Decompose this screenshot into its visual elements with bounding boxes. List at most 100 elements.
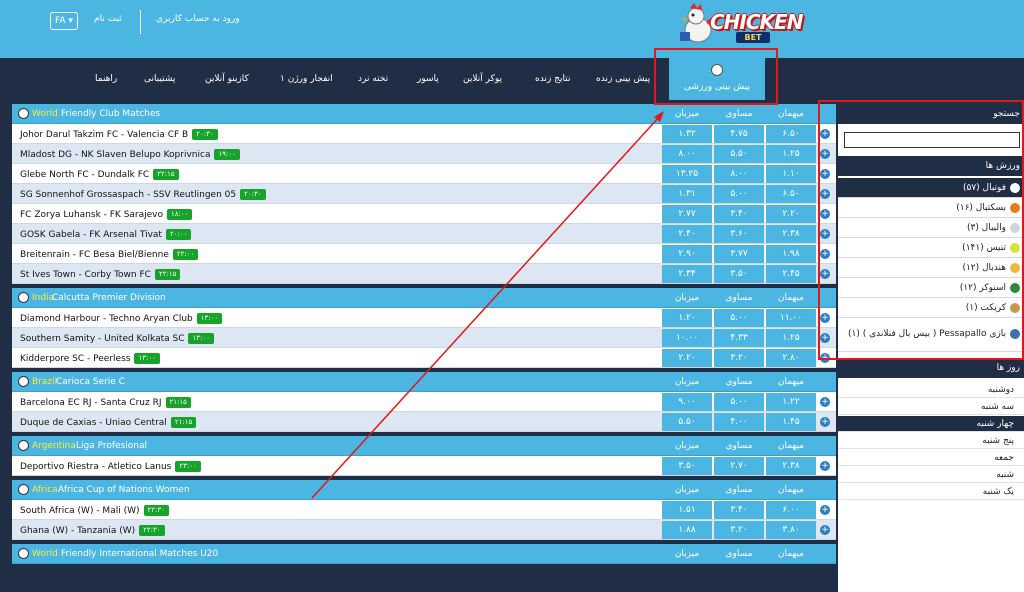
day-item[interactable]: پنج شنبه bbox=[838, 433, 1024, 449]
odds-home[interactable]: ۲.۲۰ bbox=[662, 349, 712, 367]
expand-icon[interactable]: + bbox=[820, 525, 830, 535]
expand-icon[interactable]: + bbox=[820, 333, 830, 343]
nav-live-betting[interactable]: پیش بینی زنده bbox=[596, 58, 650, 100]
odds-away[interactable]: ۱۱.۰۰ bbox=[766, 309, 816, 327]
match-teams[interactable]: FC Zorya Luhansk - FK Sarajevo ۱۸:۰۰ bbox=[20, 209, 193, 220]
nav-sports-betting[interactable]: پیش بینی ورزشی bbox=[669, 56, 765, 100]
odds-away[interactable]: ۱.۲۲ bbox=[766, 393, 816, 411]
odds-home[interactable]: ۱۳.۲۵ bbox=[662, 165, 712, 183]
odds-home[interactable]: ۱.۳۱ bbox=[662, 185, 712, 203]
expand-icon[interactable]: + bbox=[820, 249, 830, 259]
match-row[interactable]: South Africa (W) - Mali (W) ۲۲:۳۰ ۱.۵۱ ۳.۴۰… bbox=[12, 500, 836, 520]
odds-draw[interactable]: ۵.۰۰ bbox=[714, 309, 764, 327]
match-teams[interactable]: SG Sonnenhof Grossaspach - SSV Reutlinge… bbox=[20, 189, 266, 200]
match-teams[interactable]: Southern Samity - United Kolkata SC ۱۳:۰۰ bbox=[20, 333, 214, 344]
register-link[interactable]: ثبت نام bbox=[94, 14, 122, 24]
odds-home[interactable]: ۵.۵۰ bbox=[662, 413, 712, 431]
match-teams[interactable]: Duque de Caxias - Uniao Central ۲۱:۱۵ bbox=[20, 417, 197, 428]
odds-home[interactable]: ۲.۴۰ bbox=[662, 225, 712, 243]
match-row[interactable]: GOSK Gabela - FK Arsenal Tivat ۲۰:۰۰ ۲.۴۰ ۳… bbox=[12, 224, 836, 244]
match-row[interactable]: St Ives Town - Corby Town FC ۲۲:۱۵ ۲.۳۴ ۳.۵… bbox=[12, 264, 836, 284]
odds-away[interactable]: ۲.۴۵ bbox=[766, 265, 816, 283]
odds-home[interactable]: ۲.۷۷ bbox=[662, 205, 712, 223]
login-link[interactable]: ورود به حساب کاربری bbox=[156, 14, 240, 24]
match-row[interactable]: Glebe North FC - Dundalk FC ۲۲:۱۵ ۱۳.۲۵ ۸.۰… bbox=[12, 164, 836, 184]
language-selector[interactable]: FA ▾ bbox=[50, 12, 78, 30]
match-teams[interactable]: Deportivo Riestra - Atletico Lanus ۲۳:۰۰ bbox=[20, 461, 201, 472]
odds-home[interactable]: ۲.۳۴ bbox=[662, 265, 712, 283]
odds-draw[interactable]: ۳.۴۰ bbox=[714, 205, 764, 223]
expand-icon[interactable]: + bbox=[820, 229, 830, 239]
day-item[interactable]: یک شنبه bbox=[838, 484, 1024, 500]
match-teams[interactable]: South Africa (W) - Mali (W) ۲۲:۳۰ bbox=[20, 505, 169, 516]
odds-draw[interactable]: ۸.۰۰ bbox=[714, 165, 764, 183]
match-teams[interactable]: Kidderpore SC - Peerless ۱۳:۰۰ bbox=[20, 353, 160, 364]
odds-away[interactable]: ۲.۲۰ bbox=[766, 205, 816, 223]
odds-home[interactable]: ۱.۵۱ bbox=[662, 501, 712, 519]
match-teams[interactable]: Mladost DG - NK Slaven Belupo Koprivnica… bbox=[20, 149, 240, 160]
match-row[interactable]: Johor Darul Takzim FC - Valencia CF B ۲۰:… bbox=[12, 124, 836, 144]
league-name[interactable]: Carioca Serie C bbox=[56, 377, 125, 387]
logo[interactable]: CHICKEN BET bbox=[676, 2, 803, 48]
day-item[interactable]: شنبه bbox=[838, 467, 1024, 483]
odds-draw[interactable]: ۳.۲۰ bbox=[714, 521, 764, 539]
odds-home[interactable]: ۹.۰۰ bbox=[662, 393, 712, 411]
nav-support[interactable]: پشتیبانی bbox=[144, 58, 175, 100]
sport-item[interactable]: کریکت (۱) bbox=[838, 298, 1024, 318]
sport-item[interactable]: اسنوکر (۱۲) bbox=[838, 278, 1024, 298]
odds-draw[interactable]: ۴.۷۵ bbox=[714, 125, 764, 143]
match-row[interactable]: FC Zorya Luhansk - FK Sarajevo ۱۸:۰۰ ۲.۷۷ ۳… bbox=[12, 204, 836, 224]
sport-item[interactable]: بازی Pessapallo ( بیس بال فنلاندی ) (۱) bbox=[838, 324, 1024, 352]
odds-draw[interactable]: ۳.۵۰ bbox=[714, 265, 764, 283]
odds-home[interactable]: ۱.۲۰ bbox=[662, 309, 712, 327]
odds-away[interactable]: ۶.۵۰ bbox=[766, 185, 816, 203]
league-name[interactable]: Africa Cup of Nations Women bbox=[58, 485, 190, 495]
match-teams[interactable]: Ghana (W) - Tanzania (W) ۲۲:۳۰ bbox=[20, 525, 165, 536]
expand-icon[interactable]: + bbox=[820, 505, 830, 515]
sport-item[interactable]: بسکتبال (۱۶) bbox=[838, 198, 1024, 218]
expand-icon[interactable]: + bbox=[820, 353, 830, 363]
league-name[interactable]: Friendly International Matches U20 bbox=[61, 549, 218, 559]
nav-online-casino[interactable]: کازینو آنلاین bbox=[205, 58, 249, 100]
odds-draw[interactable]: ۵.۵۰ bbox=[714, 145, 764, 163]
odds-home[interactable]: ۱.۳۲ bbox=[662, 125, 712, 143]
odds-home[interactable]: ۳.۵۰ bbox=[662, 457, 712, 475]
nav-pasur[interactable]: پاسور bbox=[417, 58, 439, 100]
day-item[interactable]: سه شنبه bbox=[838, 399, 1024, 415]
expand-icon[interactable]: + bbox=[820, 149, 830, 159]
odds-draw[interactable]: ۵.۰۰ bbox=[714, 185, 764, 203]
nav-crash-game[interactable]: انفجار ورژن ۱ bbox=[280, 58, 333, 100]
match-teams[interactable]: Barcelona EC RJ - Santa Cruz RJ ۲۱:۱۵ bbox=[20, 397, 191, 408]
expand-icon[interactable]: + bbox=[820, 129, 830, 139]
odds-draw[interactable]: ۴.۰۰ bbox=[714, 413, 764, 431]
expand-icon[interactable]: + bbox=[820, 269, 830, 279]
nav-online-poker[interactable]: پوکر آنلاین bbox=[463, 58, 502, 100]
odds-away[interactable]: ۱.۲۵ bbox=[766, 329, 816, 347]
sport-item[interactable]: هندبال (۱۲) bbox=[838, 258, 1024, 278]
expand-icon[interactable]: + bbox=[820, 417, 830, 427]
match-teams[interactable]: Johor Darul Takzim FC - Valencia CF B ۲۰:… bbox=[20, 129, 218, 140]
match-row[interactable]: SG Sonnenhof Grossaspach - SSV Reutlinge… bbox=[12, 184, 836, 204]
odds-away[interactable]: ۱.۴۵ bbox=[766, 413, 816, 431]
nav-live-results[interactable]: نتایج زنده bbox=[535, 58, 570, 100]
odds-home[interactable]: ۱۰.۰۰ bbox=[662, 329, 712, 347]
match-row[interactable]: Ghana (W) - Tanzania (W) ۲۲:۳۰ ۱.۸۸ ۳.۲۰ ۳.۸… bbox=[12, 520, 836, 540]
expand-icon[interactable]: + bbox=[820, 169, 830, 179]
odds-away[interactable]: ۱.۱۰ bbox=[766, 165, 816, 183]
odds-home[interactable]: ۲.۹۰ bbox=[662, 245, 712, 263]
odds-draw[interactable]: ۲.۷۰ bbox=[714, 457, 764, 475]
odds-away[interactable]: ۳.۸۰ bbox=[766, 521, 816, 539]
league-name[interactable]: Calcutta Premier Division bbox=[52, 293, 166, 303]
match-teams[interactable]: Breitenrain - FC Besa Biel/Bienne ۲۲:۰۰ bbox=[20, 249, 199, 260]
sport-item[interactable]: فوتبال (۵۷) bbox=[838, 178, 1024, 198]
day-item[interactable]: چهار شنبه bbox=[838, 416, 1024, 432]
odds-draw[interactable]: ۴.۳۳ bbox=[714, 329, 764, 347]
match-teams[interactable]: GOSK Gabela - FK Arsenal Tivat ۲۰:۰۰ bbox=[20, 229, 192, 240]
odds-away[interactable]: ۶.۰۰ bbox=[766, 501, 816, 519]
match-teams[interactable]: Diamond Harbour - Techno Aryan Club ۱۳:۰۰ bbox=[20, 313, 223, 324]
day-item[interactable]: جمعه bbox=[838, 450, 1024, 466]
expand-icon[interactable]: + bbox=[820, 461, 830, 471]
match-row[interactable]: Southern Samity - United Kolkata SC ۱۳:۰۰… bbox=[12, 328, 836, 348]
odds-draw[interactable]: ۳.۷۷ bbox=[714, 245, 764, 263]
league-name[interactable]: Liga Profesional bbox=[76, 441, 147, 451]
